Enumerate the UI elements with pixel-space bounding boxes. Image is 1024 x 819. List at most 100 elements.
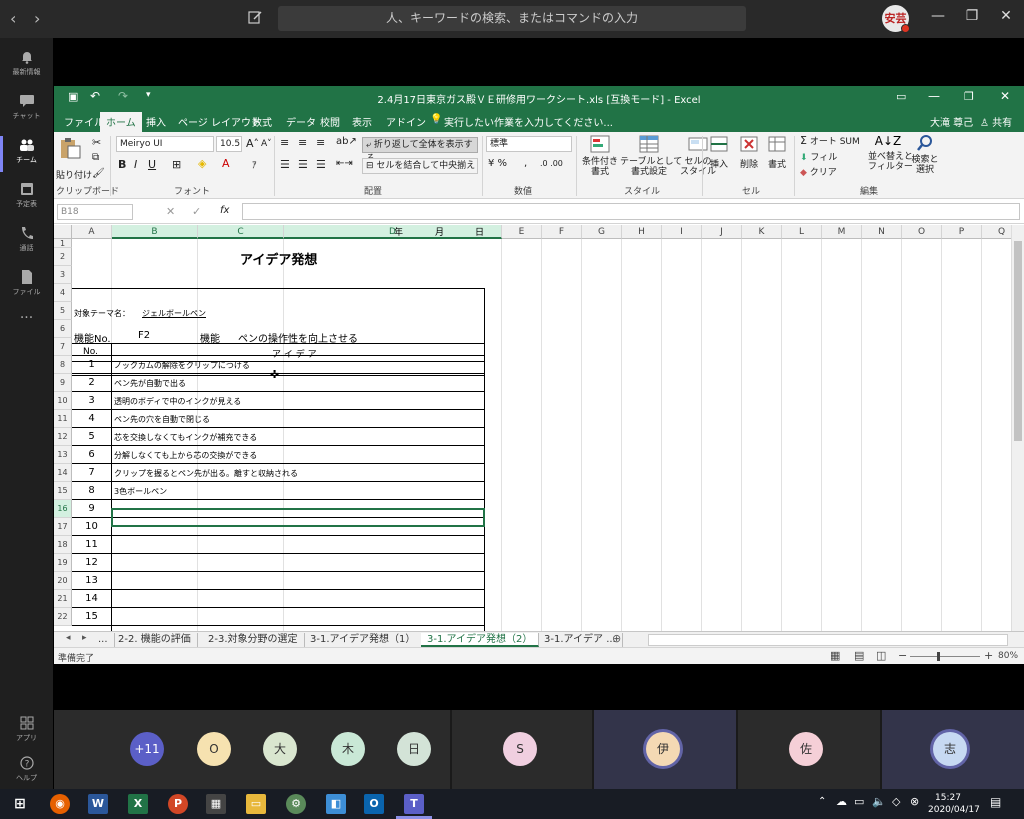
tab-review[interactable]: 校閲 <box>320 114 340 129</box>
compose-icon[interactable] <box>247 9 263 25</box>
row-header[interactable]: 15 <box>54 482 72 500</box>
table-row[interactable]: 12 <box>72 554 485 572</box>
close-icon[interactable]: ✕ <box>996 8 1016 24</box>
row-header[interactable]: 17 <box>54 518 72 536</box>
row-header[interactable]: 2 <box>54 248 72 266</box>
table-row[interactable]: 15 <box>72 608 485 626</box>
participant-avatar[interactable]: 伊 <box>646 732 680 766</box>
notification-icon[interactable]: ▤ <box>990 795 1001 809</box>
search-input[interactable]: 人、キーワードの検索、またはコマンドの入力 <box>278 6 746 31</box>
rail-item-chat[interactable]: チャット <box>0 88 53 132</box>
tell-me-input[interactable]: 実行したい作業を入力してください... <box>444 114 613 129</box>
row-header[interactable]: 9 <box>54 374 72 392</box>
cut-icon[interactable]: ✂ <box>92 136 101 149</box>
column-header[interactable]: J <box>702 225 742 239</box>
minimize-icon[interactable]: — <box>928 8 948 24</box>
ribbon-display-icon[interactable]: ▭ <box>896 90 906 103</box>
firefox-icon[interactable]: ◉ <box>50 794 70 814</box>
fill-button[interactable]: ⬇ フィル <box>800 150 837 163</box>
sheet-tab[interactable]: 2-2. 機能の評価 <box>112 633 198 647</box>
italic-icon[interactable]: I <box>134 158 137 171</box>
forward-icon[interactable]: › <box>34 9 40 28</box>
page-break-view-icon[interactable]: ◫ <box>876 649 886 662</box>
shrink-font-icon[interactable]: A˅ <box>261 139 272 149</box>
border-icon[interactable]: ⊞ <box>172 158 181 171</box>
tab-data[interactable]: データ <box>286 114 316 129</box>
underline-icon[interactable]: U <box>148 158 156 171</box>
row-header[interactable]: 12 <box>54 428 72 446</box>
tab-page-layout[interactable]: ページ レイアウト <box>178 114 261 129</box>
taskbar-clock[interactable]: 15:27 2020/04/17 <box>928 792 980 816</box>
app-icon[interactable]: ⚙ <box>286 794 306 814</box>
row-header[interactable]: 16 <box>54 500 72 518</box>
column-header[interactable]: I <box>662 225 702 239</box>
table-row[interactable]: 14 <box>72 590 485 608</box>
row-header[interactable]: 21 <box>54 590 72 608</box>
column-header[interactable]: A <box>72 225 112 239</box>
network-icon[interactable]: ⊗ <box>910 795 919 808</box>
row-header[interactable]: 14 <box>54 464 72 482</box>
bold-icon[interactable]: B <box>118 158 126 171</box>
column-header[interactable]: F <box>542 225 582 239</box>
align-bottom-icon[interactable]: ≡ <box>316 136 325 149</box>
merge-center-button[interactable]: ⊟ セルを結合して中央揃え <box>362 158 478 174</box>
participant-avatar[interactable]: +11 <box>130 732 164 766</box>
rail-item-activity[interactable]: 最新情報 <box>0 44 53 88</box>
zoom-slider[interactable] <box>910 652 980 661</box>
rail-item-apps[interactable]: アプリ <box>0 710 53 754</box>
align-left-icon[interactable]: ☰ <box>280 158 290 171</box>
align-center-icon[interactable]: ☰ <box>298 158 308 171</box>
row-header[interactable]: 1 <box>54 239 72 248</box>
autosum-button[interactable]: Σ オート SUM <box>800 134 860 147</box>
teams-taskbar-icon[interactable]: T <box>404 794 424 814</box>
participant-avatar[interactable]: S <box>503 732 537 766</box>
excel-icon[interactable]: X <box>128 794 148 814</box>
onedrive-icon[interactable]: ☁ <box>836 795 847 808</box>
calculator-icon[interactable]: ▦ <box>206 794 226 814</box>
next-sheet-icon[interactable]: ▸ <box>82 633 87 643</box>
participant-avatar[interactable]: O <box>197 732 231 766</box>
zoom-slider-thumb[interactable] <box>937 652 940 661</box>
column-header[interactable]: P <box>942 225 982 239</box>
powerpoint-icon[interactable]: P <box>168 794 188 814</box>
column-header[interactable]: G <box>582 225 622 239</box>
table-row[interactable]: 8 3色ボールペン <box>72 482 485 500</box>
sheet-tab-active[interactable]: 3-1.アイデア発想（2） <box>421 633 540 647</box>
rail-item-calls[interactable]: 通話 <box>0 220 53 264</box>
active-cell[interactable] <box>111 508 485 527</box>
zoom-level[interactable]: 80% <box>998 651 1018 661</box>
table-row[interactable]: 11 <box>72 536 485 554</box>
column-header[interactable]: K <box>742 225 782 239</box>
align-top-icon[interactable]: ≡ <box>280 136 289 149</box>
sheet-tab[interactable]: 2-3.対象分野の選定 <box>202 633 305 647</box>
worksheet-grid[interactable]: ABCDEFGHIJKLMNOPQ 1 2 3 4 5 6 7 8 9 10 11 12 13 14 15 1… <box>54 225 1024 631</box>
file-explorer-icon[interactable]: ▭ <box>246 794 266 814</box>
maximize-icon[interactable]: ❐ <box>962 8 982 24</box>
paste-button[interactable] <box>58 136 86 170</box>
format-painter-icon[interactable]: 🖌 <box>92 168 105 179</box>
cancel-formula-icon[interactable]: ✕ <box>166 205 175 218</box>
table-row[interactable]: 5 芯を交換しなくてもインクが補充できる <box>72 428 485 446</box>
row-header[interactable]: 19 <box>54 554 72 572</box>
sort-filter-button[interactable]: A↓Z 並べ替えと フィルター <box>868 134 913 172</box>
battery-icon[interactable]: ▭ <box>854 795 864 808</box>
rail-item-more[interactable]: ··· <box>0 310 53 354</box>
comma-icon[interactable]: , <box>524 158 527 169</box>
row-header[interactable]: 11 <box>54 410 72 428</box>
back-icon[interactable]: ‹ <box>10 9 16 28</box>
row-header[interactable]: 3 <box>54 266 72 284</box>
participant-avatar[interactable]: 佐 <box>789 732 823 766</box>
normal-view-icon[interactable]: ▦ <box>830 649 840 662</box>
column-header[interactable]: D <box>284 225 502 239</box>
align-middle-icon[interactable]: ≡ <box>298 136 307 149</box>
table-row[interactable]: 3 透明のボディで中のインクが見える <box>72 392 485 410</box>
sheet-tab[interactable]: 3-1.アイデア ... <box>538 633 623 647</box>
delete-cells-button[interactable]: 削除 <box>738 134 760 170</box>
format-cells-button[interactable]: 書式 <box>766 134 788 170</box>
column-header[interactable]: O <box>902 225 942 239</box>
prev-sheet-icon[interactable]: ◂ <box>66 633 71 643</box>
rail-item-teams[interactable]: チーム <box>0 132 53 176</box>
table-row[interactable]: 13 <box>72 572 485 590</box>
insert-cells-button[interactable]: 挿入 <box>708 134 730 170</box>
dropbox-icon[interactable]: ◇ <box>892 795 900 808</box>
